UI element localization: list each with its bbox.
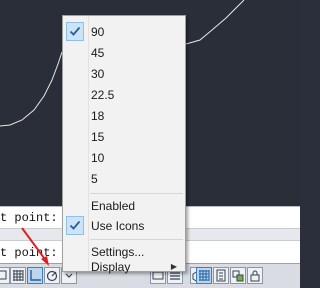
submenu-arrow-icon: ▶ [170,262,177,271]
polar-tracking-context-menu: 90 45 30 22.5 18 15 10 5 Enabled Use Ico… [62,15,186,274]
menu-item-label: 22.5 [91,88,115,102]
menu-item-angle-18[interactable]: 18 [63,106,185,126]
grid-icon[interactable] [10,267,26,284]
menu-item-label: Display [91,260,131,274]
menu-separator [90,193,183,194]
lock-ui-icon[interactable] [247,267,263,284]
checkmark-icon [66,22,84,41]
menu-item-label: 30 [91,67,105,81]
menu-item-label: Enabled [91,199,136,213]
menu-item-angle-5[interactable]: 5 [63,169,185,189]
menu-item-angle-22-5[interactable]: 22.5 [63,85,185,105]
menu-item-label: 90 [91,25,105,39]
menu-item-angle-15[interactable]: 15 [63,127,185,147]
menu-item-angle-10[interactable]: 10 [63,148,185,168]
checkmark-icon [66,216,84,235]
menu-item-label: 18 [91,109,105,123]
menu-item-label: 45 [91,46,105,60]
command-history-text: t point: [0,211,58,225]
command-prompt-text: t point: [0,246,58,260]
ortho-icon[interactable] [27,267,43,284]
menu-item-angle-30[interactable]: 30 [63,64,185,84]
menu-item-use-icons[interactable]: Use Icons [63,216,185,236]
menu-item-label: 5 [91,172,98,186]
polar-tracking-icon[interactable] [44,267,60,284]
menu-separator [90,239,183,240]
menu-item-angle-90[interactable]: 90 [63,22,185,42]
menu-item-angle-45[interactable]: 45 [63,43,185,63]
transparency-icon[interactable] [196,267,212,284]
units-icon[interactable] [213,267,229,284]
snap-mode-icon[interactable] [0,267,10,284]
menu-item-label: 15 [91,130,105,144]
quick-properties-icon[interactable] [230,267,246,284]
menu-item-display[interactable]: Display ▶ [63,260,185,274]
menu-item-enabled[interactable]: Enabled [63,196,185,216]
menu-item-label: Use Icons [91,219,145,233]
menu-item-label: 10 [91,151,105,165]
